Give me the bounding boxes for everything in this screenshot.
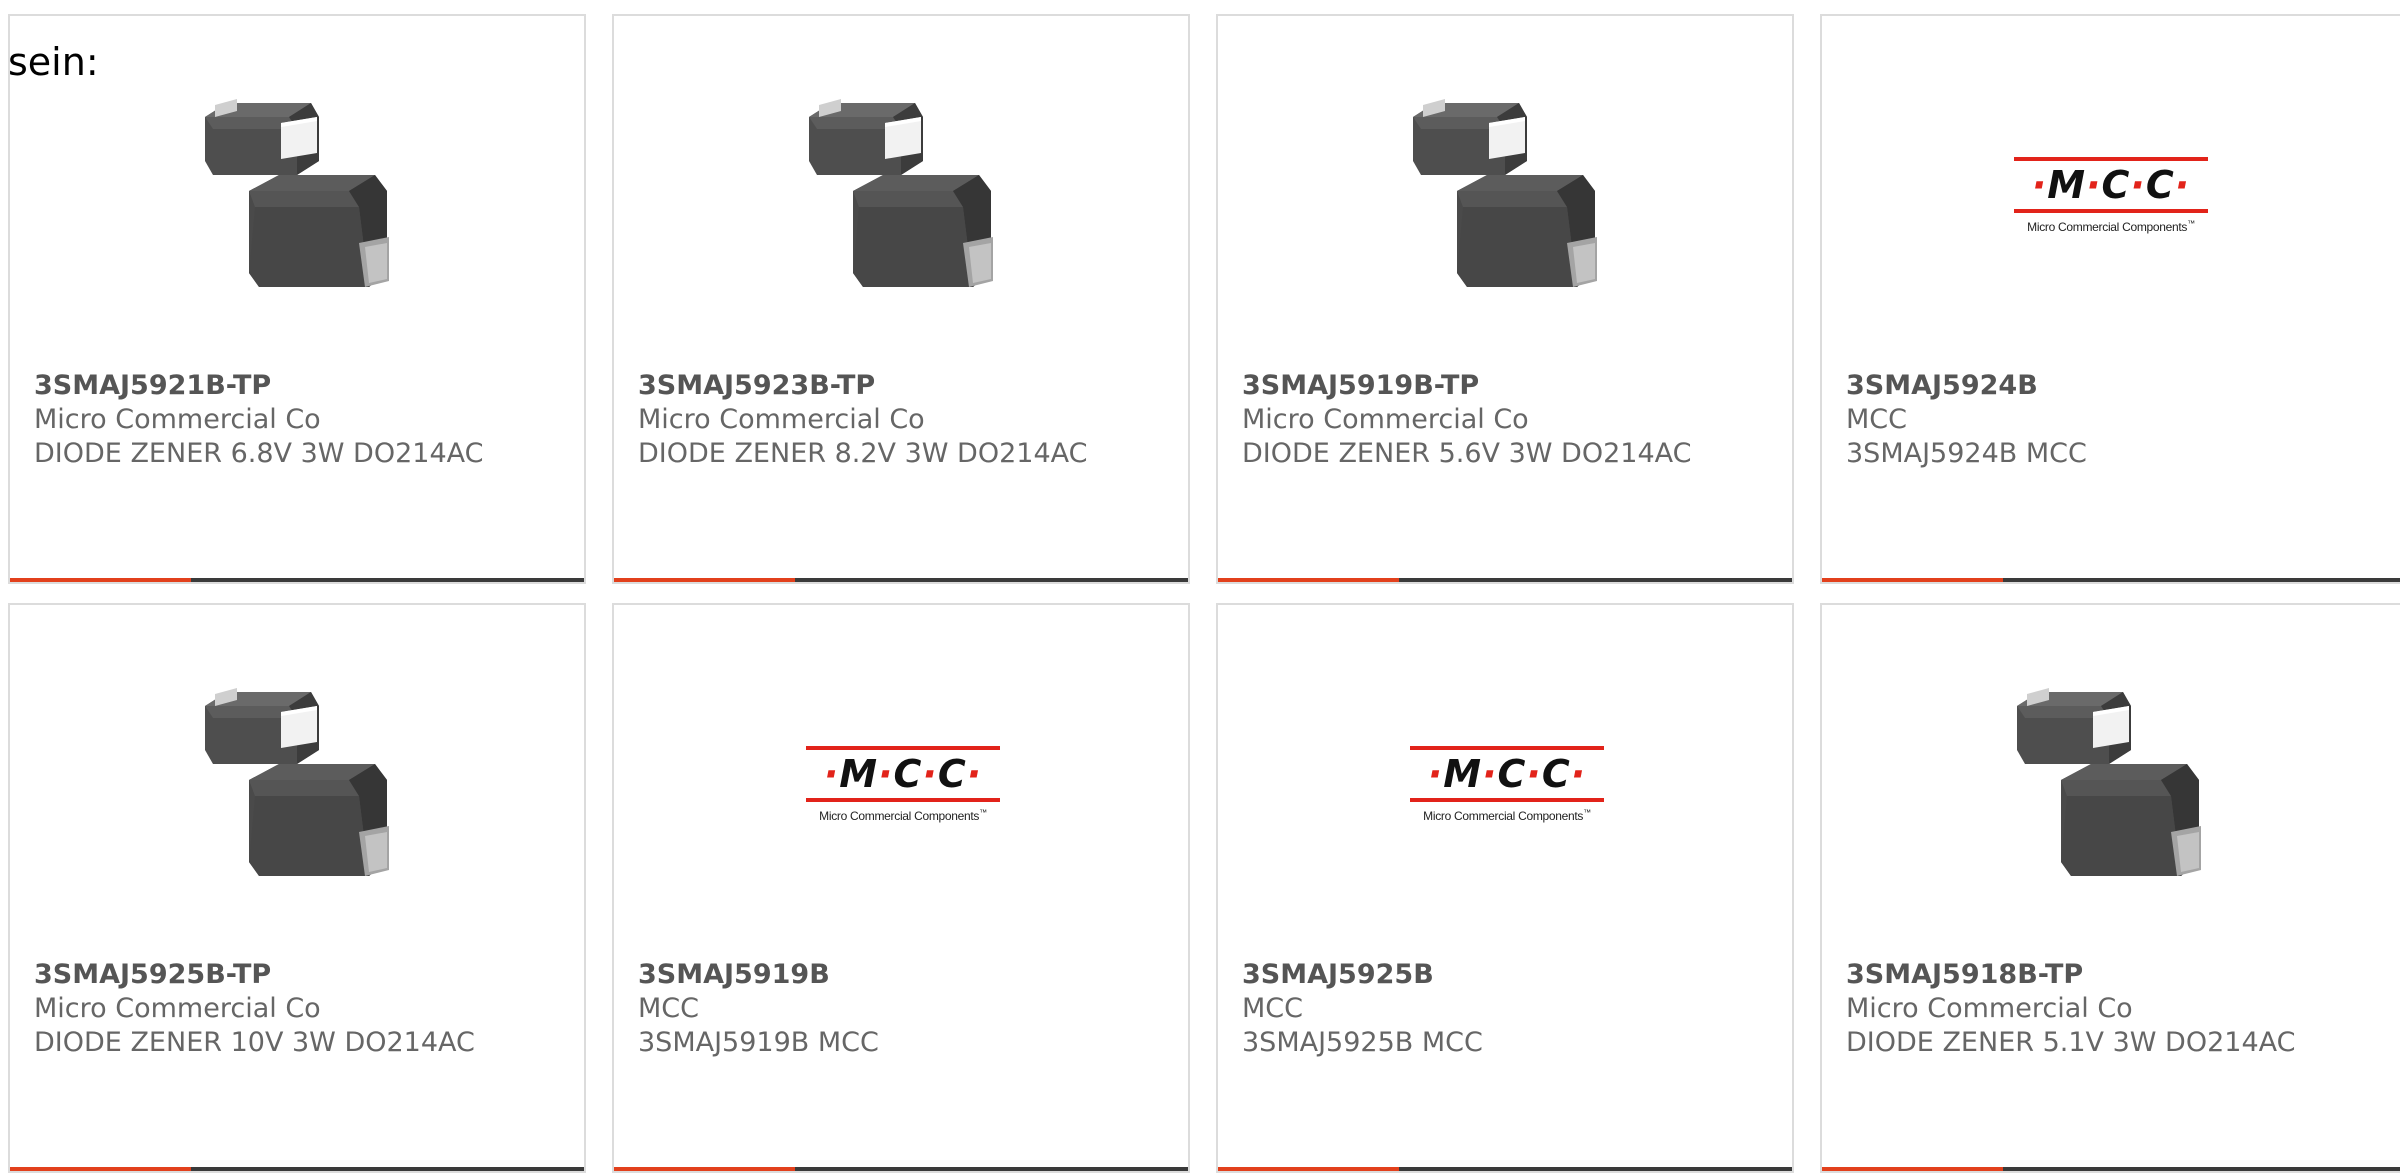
part-number[interactable]: 3SMAJ5924B bbox=[1846, 370, 2038, 401]
description: DIODE ZENER 5.1V 3W DO214AC bbox=[1846, 1027, 2296, 1058]
product-image[interactable] bbox=[188, 84, 410, 306]
product-card[interactable]: 3SMAJ5923B-TP Micro Commercial Co DIODE … bbox=[612, 14, 1190, 584]
product-card[interactable]: ·M·C·C· Micro Commercial Components™ 3SM… bbox=[612, 603, 1190, 1173]
product-card[interactable]: 3SMAJ5918B-TP Micro Commercial Co DIODE … bbox=[1820, 603, 2400, 1173]
manufacturer: MCC bbox=[1846, 404, 1908, 435]
part-number[interactable]: 3SMAJ5919B-TP bbox=[1242, 370, 1479, 401]
product-image[interactable] bbox=[1396, 84, 1618, 306]
card-accent-bar bbox=[1218, 578, 1792, 582]
manufacturer: MCC bbox=[1242, 993, 1304, 1024]
logo-subtitle: Micro Commercial Components™ bbox=[2027, 218, 2195, 234]
logo-mark: ·M·C·C· bbox=[823, 751, 983, 796]
diode-package-image bbox=[205, 688, 389, 876]
product-image[interactable] bbox=[188, 673, 410, 895]
logo-rule-bottom bbox=[1410, 797, 1604, 802]
manufacturer: Micro Commercial Co bbox=[34, 993, 321, 1024]
card-accent-bar bbox=[614, 578, 1188, 582]
diode-package-image bbox=[205, 99, 389, 287]
logo-mark: ·M·C·C· bbox=[2031, 162, 2191, 207]
manufacturer: Micro Commercial Co bbox=[638, 404, 925, 435]
manufacturer: Micro Commercial Co bbox=[34, 404, 321, 435]
description: DIODE ZENER 10V 3W DO214AC bbox=[34, 1027, 475, 1058]
mcc-logo: ·M·C·C· Micro Commercial Components™ bbox=[803, 734, 1003, 834]
product-grid: 3SMAJ5921B-TP Micro Commercial Co DIODE … bbox=[0, 0, 2400, 1173]
card-accent-bar bbox=[1822, 578, 2400, 582]
logo-subtitle: Micro Commercial Components™ bbox=[1423, 807, 1591, 823]
description: DIODE ZENER 5.6V 3W DO214AC bbox=[1242, 438, 1692, 469]
product-image[interactable] bbox=[792, 84, 1014, 306]
intro-text: sein: bbox=[8, 40, 99, 84]
card-accent-bar bbox=[10, 1167, 584, 1171]
logo-subtitle: Micro Commercial Components™ bbox=[819, 807, 987, 823]
product-image[interactable]: ·M·C·C· Micro Commercial Components™ bbox=[2000, 84, 2222, 306]
product-card[interactable]: 3SMAJ5919B-TP Micro Commercial Co DIODE … bbox=[1216, 14, 1794, 584]
manufacturer: Micro Commercial Co bbox=[1846, 993, 2133, 1024]
description: DIODE ZENER 8.2V 3W DO214AC bbox=[638, 438, 1088, 469]
product-card[interactable]: 3SMAJ5921B-TP Micro Commercial Co DIODE … bbox=[8, 14, 586, 584]
product-image[interactable]: ·M·C·C· Micro Commercial Components™ bbox=[1396, 673, 1618, 895]
part-number[interactable]: 3SMAJ5921B-TP bbox=[34, 370, 271, 401]
description: DIODE ZENER 6.8V 3W DO214AC bbox=[34, 438, 484, 469]
diode-package-image bbox=[809, 99, 993, 287]
description: 3SMAJ5925B MCC bbox=[1242, 1027, 1483, 1058]
diode-package-image bbox=[2017, 688, 2201, 876]
manufacturer: Micro Commercial Co bbox=[1242, 404, 1529, 435]
mcc-logo: ·M·C·C· Micro Commercial Components™ bbox=[2011, 145, 2211, 245]
description: 3SMAJ5919B MCC bbox=[638, 1027, 879, 1058]
part-number[interactable]: 3SMAJ5925B-TP bbox=[34, 959, 271, 990]
logo-mark: ·M·C·C· bbox=[1427, 751, 1587, 796]
mcc-logo: ·M·C·C· Micro Commercial Components™ bbox=[1407, 734, 1607, 834]
diode-package-image bbox=[1413, 99, 1597, 287]
part-number[interactable]: 3SMAJ5923B-TP bbox=[638, 370, 875, 401]
part-number[interactable]: 3SMAJ5919B bbox=[638, 959, 830, 990]
card-accent-bar bbox=[1822, 1167, 2400, 1171]
manufacturer: MCC bbox=[638, 993, 700, 1024]
product-image[interactable]: ·M·C·C· Micro Commercial Components™ bbox=[792, 673, 1014, 895]
product-card[interactable]: ·M·C·C· Micro Commercial Components™ 3SM… bbox=[1820, 14, 2400, 584]
product-card[interactable]: ·M·C·C· Micro Commercial Components™ 3SM… bbox=[1216, 603, 1794, 1173]
product-card[interactable]: 3SMAJ5925B-TP Micro Commercial Co DIODE … bbox=[8, 603, 586, 1173]
logo-rule-bottom bbox=[806, 797, 1000, 802]
part-number[interactable]: 3SMAJ5918B-TP bbox=[1846, 959, 2083, 990]
logo-rule-bottom bbox=[2014, 208, 2208, 213]
card-accent-bar bbox=[614, 1167, 1188, 1171]
card-accent-bar bbox=[10, 578, 584, 582]
part-number[interactable]: 3SMAJ5925B bbox=[1242, 959, 1434, 990]
card-accent-bar bbox=[1218, 1167, 1792, 1171]
description: 3SMAJ5924B MCC bbox=[1846, 438, 2087, 469]
product-image[interactable] bbox=[2000, 673, 2222, 895]
